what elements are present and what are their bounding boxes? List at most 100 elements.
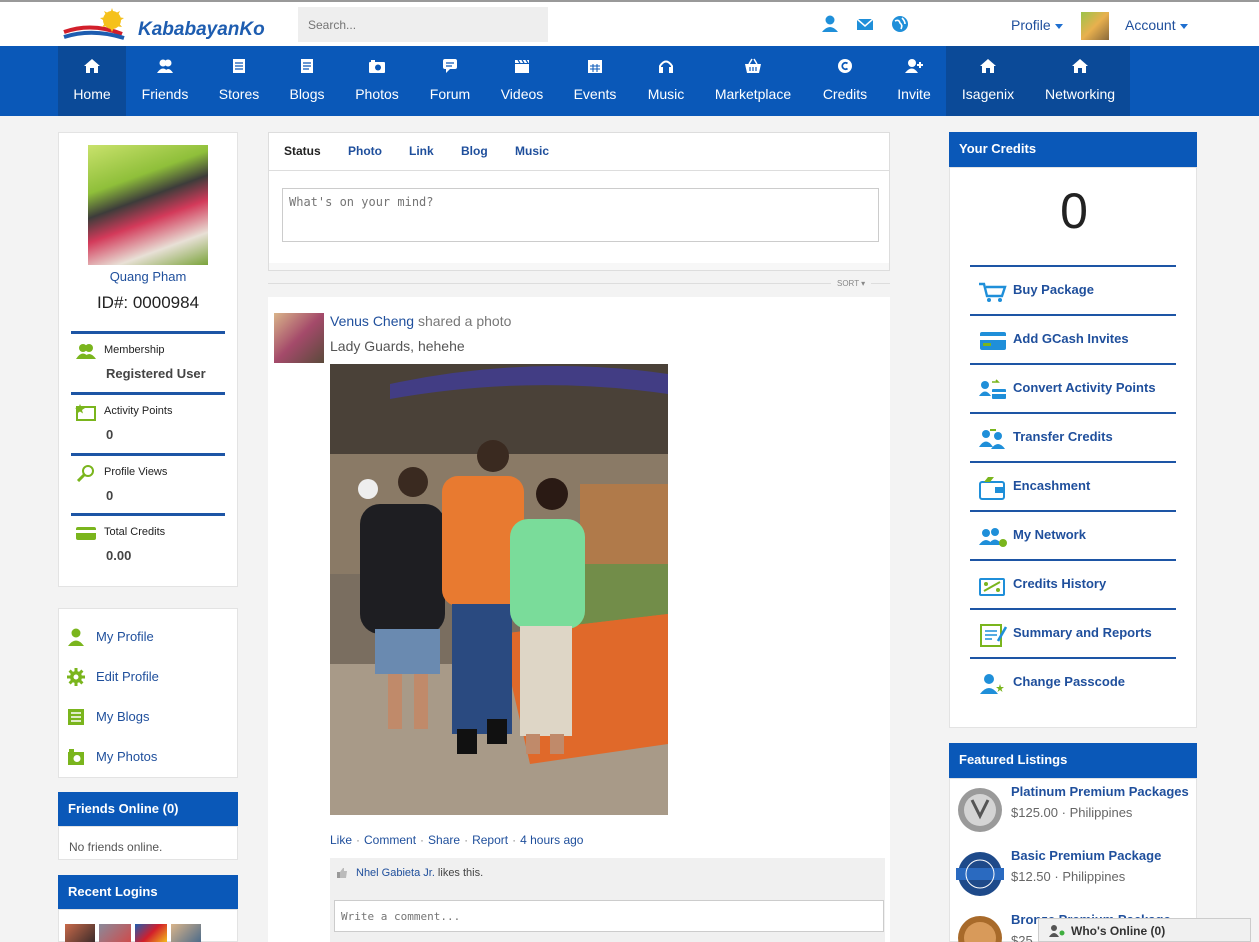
separator: · [464, 833, 469, 847]
post-photo[interactable] [330, 364, 668, 815]
nav-invite[interactable]: Invite [882, 46, 946, 116]
history-icon [979, 578, 1005, 596]
nav-friends[interactable]: Friends [131, 46, 199, 116]
credit-history[interactable]: Credits History [970, 559, 1176, 608]
post-timestamp[interactable]: 4 hours ago [520, 833, 583, 847]
user-avatar[interactable] [1081, 12, 1109, 40]
chevron-down-icon: ▾ [861, 279, 866, 288]
nav-home[interactable]: Home [58, 46, 126, 116]
post-author-link[interactable]: Venus Cheng [330, 313, 414, 329]
nav-forum[interactable]: Forum [416, 46, 484, 116]
user-icon[interactable] [821, 15, 839, 33]
thumbs-up-icon [337, 868, 347, 878]
stores-icon [233, 59, 245, 73]
whos-online-bar[interactable]: Who's Online (0) [1038, 918, 1251, 942]
add-user-icon [905, 59, 923, 73]
profile-photo[interactable] [88, 145, 208, 265]
credit-add-gcash[interactable]: Add GCash Invites [970, 314, 1176, 363]
credit-card-icon [980, 332, 1006, 350]
transfer-icon [979, 429, 1005, 449]
credit-summary-reports[interactable]: Summary and Reports [970, 608, 1176, 657]
listing-item[interactable]: Basic Premium Package $12.50 · Philippin… [950, 842, 1197, 906]
status-input[interactable] [282, 188, 879, 242]
convert-points-icon [979, 379, 1006, 399]
globe-icon[interactable] [891, 15, 909, 33]
comment-input[interactable] [334, 900, 884, 932]
nav-credits[interactable]: Credits [812, 46, 878, 116]
nav-music[interactable]: Music [632, 46, 700, 116]
liker-link[interactable]: Nhel Gabieta Jr. [356, 867, 435, 879]
logo-sun-icon [63, 8, 125, 40]
menu-label: My Profile [96, 629, 154, 644]
nav-photos[interactable]: Photos [343, 46, 411, 116]
platinum-badge-icon [958, 788, 1002, 832]
recent-login-avatar[interactable] [99, 924, 131, 942]
recent-login-avatar[interactable] [65, 924, 95, 942]
recent-login-avatar[interactable] [135, 924, 167, 942]
nav-networking[interactable]: Networking [1030, 46, 1130, 116]
credit-transfer[interactable]: Transfer Credits [970, 412, 1176, 461]
credit-encashment[interactable]: Encashment [970, 461, 1176, 510]
sort-dropdown[interactable]: SORT ▾ [831, 277, 872, 290]
tab-music[interactable]: Music [515, 144, 549, 158]
post-likes-area: Nhel Gabieta Jr. likes this. [330, 858, 885, 942]
friends-online-empty: No friends online. [69, 840, 163, 854]
forum-icon [443, 59, 457, 73]
side-menu: My Profile Edit Profile My Blogs My Phot… [58, 608, 238, 778]
post-author-avatar[interactable] [274, 313, 324, 363]
account-menu[interactable]: Account [1125, 17, 1188, 33]
menu-label: My Blogs [96, 709, 150, 724]
user-icon [68, 628, 84, 646]
nav-label: Stores [218, 86, 260, 102]
credit-convert-points[interactable]: Convert Activity Points [970, 363, 1176, 412]
stat-value: 0 [106, 488, 114, 503]
basic-badge-icon [956, 852, 1004, 896]
nav-marketplace[interactable]: Marketplace [707, 46, 799, 116]
nav-label: Friends [141, 86, 189, 102]
listing-location: Philippines [1062, 869, 1126, 884]
profile-menu[interactable]: Profile [1011, 17, 1063, 33]
stat-value: 0 [106, 427, 114, 442]
tab-photo[interactable]: Photo [348, 144, 382, 158]
activity-points-icon [75, 404, 96, 421]
sort-label: SORT [837, 279, 859, 288]
profile-name[interactable]: Quang Pham [59, 269, 237, 284]
like-link[interactable]: Like [330, 833, 352, 847]
credit-my-network[interactable]: My Network [970, 510, 1176, 559]
blogs-icon [68, 709, 84, 725]
friends-online-header[interactable]: Friends Online (0) [58, 792, 238, 826]
stat-title: Activity Points [104, 405, 173, 417]
mail-icon[interactable] [856, 15, 874, 33]
tab-link[interactable]: Link [409, 144, 434, 158]
comment-link[interactable]: Comment [364, 833, 416, 847]
tab-status[interactable]: Status [284, 144, 321, 158]
stat-title: Profile Views [104, 466, 168, 478]
friends-icon [157, 59, 173, 73]
nav-videos[interactable]: Videos [488, 46, 556, 116]
credit-change-passcode[interactable]: Change Passcode [970, 657, 1176, 706]
search-input[interactable] [298, 7, 548, 42]
tab-blog[interactable]: Blog [461, 144, 488, 158]
nav-events[interactable]: Events [561, 46, 629, 116]
featured-listings-header: Featured Listings [949, 743, 1197, 778]
user-lock-icon [980, 674, 1004, 694]
recent-login-avatar[interactable] [171, 924, 201, 942]
report-link[interactable]: Report [472, 833, 508, 847]
credit-buy-package[interactable]: Buy Package [970, 265, 1176, 314]
nav-stores[interactable]: Stores [205, 46, 273, 116]
recent-logins-header[interactable]: Recent Logins [58, 875, 238, 909]
bronze-badge-icon [958, 916, 1002, 942]
listing-item[interactable]: Platinum Premium Packages $125.00 · Phil… [950, 778, 1197, 842]
post-photo-image [330, 364, 668, 815]
main-nav: Home Friends Stores Blogs Photos Forum V… [0, 46, 1259, 116]
clapperboard-icon [515, 59, 529, 73]
share-link[interactable]: Share [428, 833, 460, 847]
listing-price-location: $125.00 · Philippines [1011, 805, 1133, 820]
site-logo[interactable]: KababayanKo [62, 8, 265, 44]
stat-total-credits: Total Credits 0.00 [71, 513, 225, 573]
credits-value: 0 [1060, 183, 1088, 239]
menu-label: My Photos [96, 749, 158, 764]
nav-blogs[interactable]: Blogs [274, 46, 340, 116]
nav-isagenix[interactable]: Isagenix [946, 46, 1030, 116]
profile-id: ID#: 0000984 [96, 293, 200, 312]
